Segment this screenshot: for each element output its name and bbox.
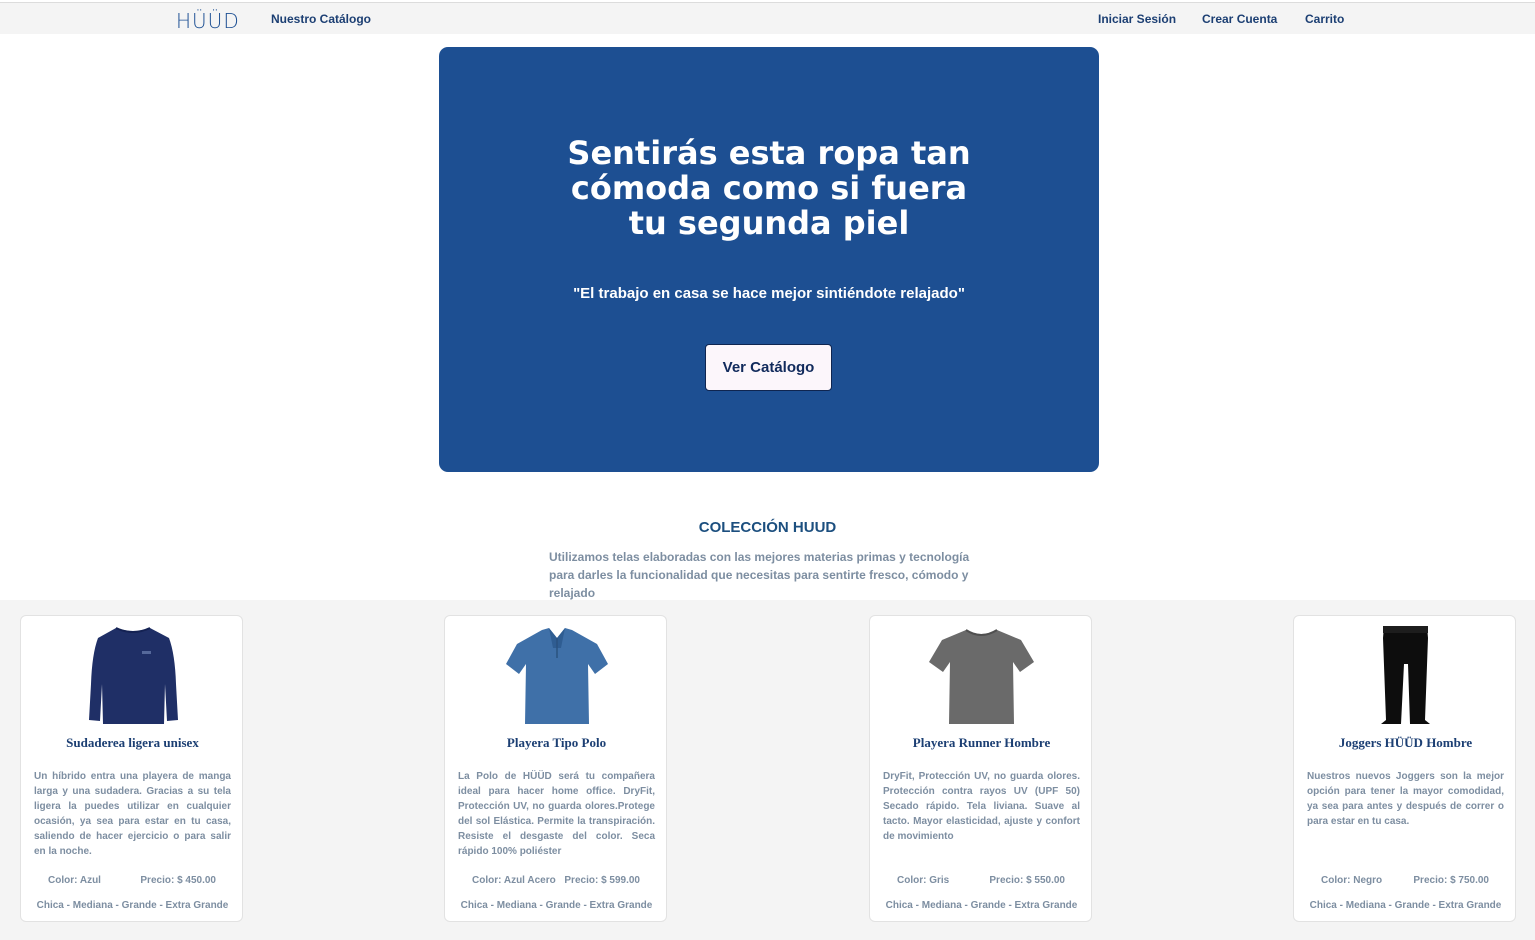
hero-quote: "El trabajo en casa se hace mejor sintié… [573, 285, 965, 302]
product-sizes: Chica - Mediana - Grande - Extra Grande [36, 900, 229, 911]
product-name[interactable]: Playera Runner Hombre [870, 735, 1093, 751]
product-card[interactable]: Playera Runner Hombre DryFit, Protección… [869, 615, 1092, 922]
product-color: Color: Azul Acero [472, 875, 556, 886]
top-navbar: HÜÜD Nuestro Catálogo Iniciar Sesión Cre… [0, 2, 1535, 34]
product-sizes: Chica - Mediana - Grande - Extra Grande [460, 900, 653, 911]
product-name[interactable]: Sudaderea ligera unisex [21, 735, 244, 751]
product-price: Precio: $ 599.00 [564, 875, 640, 886]
product-name[interactable]: Playera Tipo Polo [445, 735, 668, 751]
product-description: Un híbrido entra una playera de manga la… [34, 771, 231, 857]
product-description: Nuestros nuevos Joggers son la mejor opc… [1307, 771, 1504, 827]
product-card[interactable]: Playera Tipo Polo La Polo de HÜÜD será t… [444, 615, 667, 922]
product-color: Color: Negro [1321, 875, 1383, 886]
product-grid: Sudaderea ligera unisex Un híbrido entra… [0, 600, 1535, 940]
collection-title: COLECCIÓN HUUD [698, 519, 837, 536]
joggers-icon [1381, 626, 1430, 724]
nav-catalog-link[interactable]: Nuestro Catálogo [271, 12, 371, 26]
hero-banner: Sentirás esta ropa tan cómoda como si fu… [439, 47, 1099, 472]
product-card[interactable]: Joggers HÜÜD Hombre Nuestros nuevos Jogg… [1293, 615, 1516, 922]
product-description: La Polo de HÜÜD será tu compañera ideal … [458, 771, 655, 857]
tshirt-icon [929, 629, 1034, 724]
nav-login-link[interactable]: Iniciar Sesión [1098, 12, 1176, 26]
product-color: Color: Azul [48, 875, 101, 886]
hero-title: Sentirás esta ropa tan cómoda como si fu… [567, 134, 971, 242]
product-price: Precio: $ 450.00 [140, 875, 216, 886]
brand-logo[interactable]: HÜÜD [176, 9, 240, 33]
product-color: Color: Gris [897, 875, 950, 886]
product-name[interactable]: Joggers HÜÜD Hombre [1294, 735, 1517, 751]
collection-description: Utilizamos telas elaboradas con las mejo… [549, 550, 970, 600]
product-price: Precio: $ 550.00 [989, 875, 1065, 886]
product-price: Precio: $ 750.00 [1413, 875, 1489, 886]
product-card[interactable]: Sudaderea ligera unisex Un híbrido entra… [20, 615, 243, 922]
nav-cart-link[interactable]: Carrito [1305, 12, 1344, 26]
product-sizes: Chica - Mediana - Grande - Extra Grande [1309, 900, 1502, 911]
polo-shirt-icon [506, 628, 608, 724]
nav-signup-link[interactable]: Crear Cuenta [1202, 12, 1277, 26]
product-sizes: Chica - Mediana - Grande - Extra Grande [885, 900, 1078, 911]
view-catalog-button[interactable]: Ver Catálogo [705, 344, 832, 391]
sweatshirt-icon [89, 627, 178, 724]
product-description: DryFit, Protección UV, no guarda olores.… [883, 771, 1080, 842]
